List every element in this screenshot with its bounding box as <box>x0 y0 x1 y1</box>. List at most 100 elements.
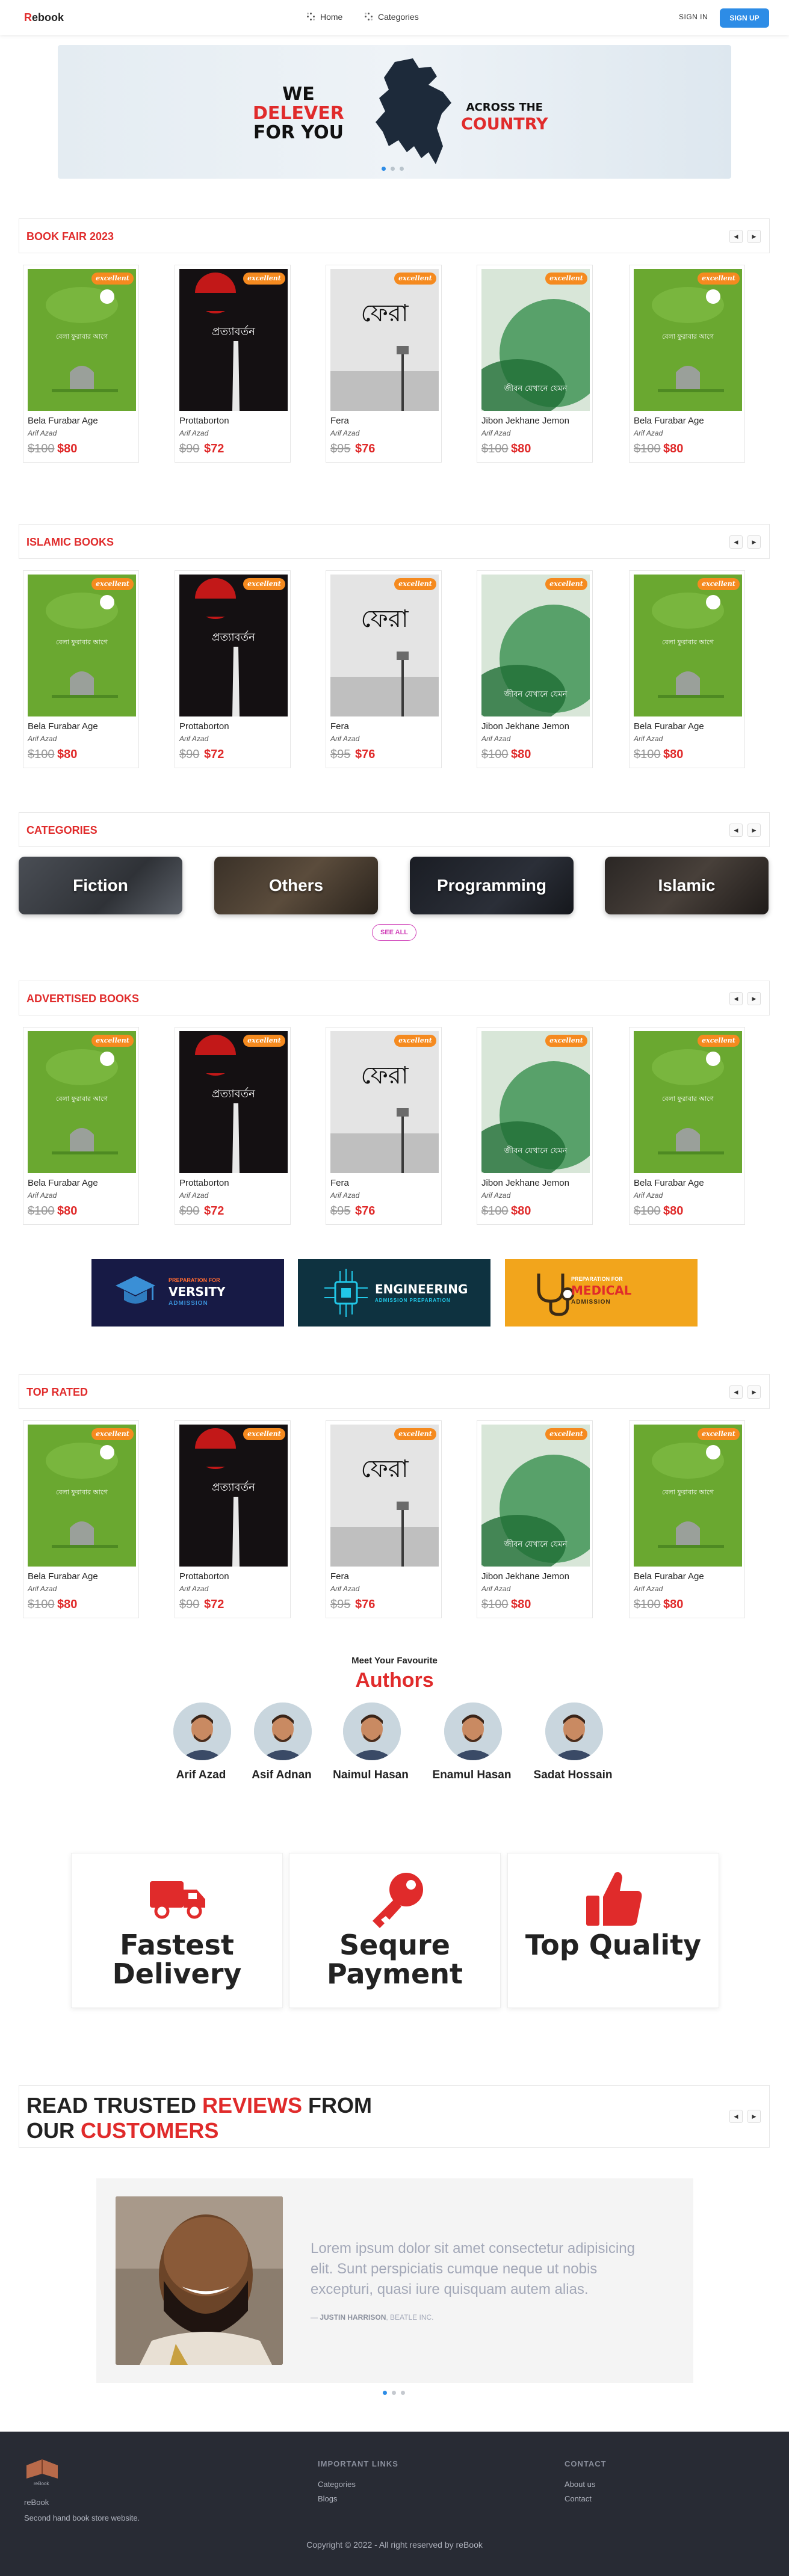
prev-arrow-icon[interactable]: ◀ <box>729 1385 743 1399</box>
book-title[interactable]: Jibon Jekhane Jemon <box>481 1178 569 1188</box>
prev-arrow-icon[interactable]: ◀ <box>729 535 743 549</box>
hero-banner[interactable]: WE DELEVER FOR YOU ACROSS THE COUNTRY <box>58 45 731 179</box>
author-avatar[interactable] <box>545 1702 603 1760</box>
author-name[interactable]: Asif Adnan <box>234 1769 330 1782</box>
book-cover[interactable]: জীবন যেখানে যেমন excellent <box>481 269 590 411</box>
next-arrow-icon[interactable]: ▶ <box>747 992 761 1005</box>
book-cover[interactable]: বেলা ফুরাবার আগে excellent <box>28 575 136 716</box>
nav-home-link[interactable]: Home <box>307 12 342 22</box>
next-arrow-icon[interactable]: ▶ <box>747 230 761 243</box>
carousel-dot[interactable] <box>392 2391 396 2395</box>
footer-link-categories[interactable]: Categories <box>318 2480 356 2489</box>
book-card[interactable]: বেলা ফুরাবার আগে excellent Bela Furabar Ag… <box>23 1027 139 1225</box>
footer-link-blogs[interactable]: Blogs <box>318 2494 338 2503</box>
carousel-dot[interactable] <box>382 167 386 171</box>
book-title[interactable]: Bela Furabar Age <box>28 721 98 732</box>
book-cover[interactable]: প্রত্যাবর্তন excellent <box>179 1031 288 1173</box>
book-card[interactable]: জীবন যেখানে যেমন excellent Jibon Jekhane J… <box>477 1420 593 1618</box>
book-card[interactable]: বেলা ফুরাবার আগে excellent Bela Furabar Ag… <box>629 1027 745 1225</box>
medical-admission-banner[interactable]: PREPARATION FOR MEDICAL ADMISSION <box>505 1259 698 1327</box>
book-cover[interactable]: বেলা ফুরাবার আগে excellent <box>634 1425 742 1567</box>
book-title[interactable]: Bela Furabar Age <box>634 1178 704 1188</box>
footer-link-about[interactable]: About us <box>565 2480 595 2489</box>
author-avatar[interactable] <box>254 1702 312 1760</box>
book-title[interactable]: Bela Furabar Age <box>28 416 98 426</box>
book-cover[interactable]: প্রত্যাবর্তন excellent <box>179 269 288 411</box>
next-arrow-icon[interactable]: ▶ <box>747 824 761 837</box>
book-cover[interactable]: ফেরা excellent <box>330 1031 439 1173</box>
book-cover[interactable]: ফেরা excellent <box>330 1425 439 1567</box>
book-title[interactable]: Prottaborton <box>179 416 229 426</box>
prev-arrow-icon[interactable]: ◀ <box>729 992 743 1005</box>
book-cover[interactable]: প্রত্যাবর্তন excellent <box>179 1425 288 1567</box>
book-title[interactable]: Bela Furabar Age <box>634 1571 704 1582</box>
book-cover[interactable]: বেলা ফুরাবার আগে excellent <box>28 1425 136 1567</box>
carousel-dot[interactable] <box>391 167 395 171</box>
book-title[interactable]: Bela Furabar Age <box>28 1571 98 1582</box>
book-card[interactable]: ফেরা excellent Fera Arif Azad $95 $76 <box>326 1027 442 1225</box>
book-cover[interactable]: বেলা ফুরাবার আগে excellent <box>634 1031 742 1173</box>
nav-categories-link[interactable]: Categories <box>365 12 419 22</box>
next-arrow-icon[interactable]: ▶ <box>747 535 761 549</box>
book-card[interactable]: বেলা ফুরাবার আগে excellent Bela Furabar Ag… <box>23 265 139 463</box>
book-cover[interactable]: বেলা ফুরাবার আগে excellent <box>634 575 742 716</box>
engineering-admission-banner[interactable]: ENGINEERING ADMISSION PREPARATION <box>298 1259 490 1327</box>
prev-arrow-icon[interactable]: ◀ <box>729 230 743 243</box>
book-card[interactable]: ফেরা excellent Fera Arif Azad $95 $76 <box>326 265 442 463</box>
book-card[interactable]: বেলা ফুরাবার আগে excellent Bela Furabar Ag… <box>629 1420 745 1618</box>
book-cover[interactable]: জীবন যেখানে যেমন excellent <box>481 1031 590 1173</box>
see-all-button[interactable]: SEE ALL <box>372 924 416 941</box>
next-arrow-icon[interactable]: ▶ <box>747 2110 761 2123</box>
book-title[interactable]: Bela Furabar Age <box>28 1178 98 1188</box>
book-card[interactable]: জীবন যেখানে যেমন excellent Jibon Jekhane J… <box>477 1027 593 1225</box>
book-card[interactable]: প্রত্যাবর্তন excellent Prottaborton Arif Az… <box>175 1420 291 1618</box>
sign-up-button[interactable]: SIGN UP <box>720 8 769 28</box>
book-cover[interactable]: বেলা ফুরাবার আগে excellent <box>28 1031 136 1173</box>
book-title[interactable]: Jibon Jekhane Jemon <box>481 721 569 732</box>
sign-in-button[interactable]: SIGN IN <box>679 13 708 21</box>
logo[interactable]: Rebook <box>24 11 64 24</box>
author-name[interactable]: Enamul Hasan <box>424 1769 520 1782</box>
book-cover[interactable]: বেলা ফুরাবার আগে excellent <box>634 269 742 411</box>
book-card[interactable]: জীবন যেখানে যেমন excellent Jibon Jekhane J… <box>477 570 593 768</box>
book-title[interactable]: Prottaborton <box>179 721 229 732</box>
book-title[interactable]: Prottaborton <box>179 1178 229 1188</box>
book-cover[interactable]: ফেরা excellent <box>330 575 439 716</box>
prev-arrow-icon[interactable]: ◀ <box>729 2110 743 2123</box>
versity-admission-banner[interactable]: PREPARATION FOR VERSITY ADMISSION <box>91 1259 284 1327</box>
book-cover[interactable]: জীবন যেখানে যেমন excellent <box>481 1425 590 1567</box>
book-title[interactable]: Fera <box>330 1178 349 1188</box>
book-cover[interactable]: প্রত্যাবর্তন excellent <box>179 575 288 716</box>
book-title[interactable]: Fera <box>330 1571 349 1582</box>
book-title[interactable]: Fera <box>330 721 349 732</box>
book-title[interactable]: Jibon Jekhane Jemon <box>481 416 569 426</box>
book-title[interactable]: Bela Furabar Age <box>634 416 704 426</box>
book-title[interactable]: Fera <box>330 416 349 426</box>
carousel-dot[interactable] <box>401 2391 405 2395</box>
author-name[interactable]: Sadat Hossain <box>525 1769 621 1782</box>
book-cover[interactable]: বেলা ফুরাবার আগে excellent <box>28 269 136 411</box>
book-card[interactable]: বেলা ফুরাবার আগে excellent Bela Furabar Ag… <box>23 570 139 768</box>
carousel-dot[interactable] <box>383 2391 387 2395</box>
book-card[interactable]: বেলা ফুরাবার আগে excellent Bela Furabar Ag… <box>629 570 745 768</box>
prev-arrow-icon[interactable]: ◀ <box>729 824 743 837</box>
book-card[interactable]: বেলা ফুরাবার আগে excellent Bela Furabar Ag… <box>629 265 745 463</box>
book-cover[interactable]: ফেরা excellent <box>330 269 439 411</box>
author-name[interactable]: Naimul Hasan <box>323 1769 419 1782</box>
category-card-programming[interactable]: Programming <box>410 857 574 914</box>
book-title[interactable]: Jibon Jekhane Jemon <box>481 1571 569 1582</box>
book-card[interactable]: প্রত্যাবর্তন excellent Prottaborton Arif Az… <box>175 570 291 768</box>
book-title[interactable]: Prottaborton <box>179 1571 229 1582</box>
book-card[interactable]: ফেরা excellent Fera Arif Azad $95 $76 <box>326 570 442 768</box>
category-card-fiction[interactable]: Fiction <box>19 857 182 914</box>
book-card[interactable]: ফেরা excellent Fera Arif Azad $95 $76 <box>326 1420 442 1618</box>
book-card[interactable]: প্রত্যাবর্তন excellent Prottaborton Arif Az… <box>175 1027 291 1225</box>
book-cover[interactable]: জীবন যেখানে যেমন excellent <box>481 575 590 716</box>
footer-link-contact[interactable]: Contact <box>565 2494 592 2503</box>
book-card[interactable]: বেলা ফুরাবার আগে excellent Bela Furabar Ag… <box>23 1420 139 1618</box>
author-avatar[interactable] <box>444 1702 502 1760</box>
category-card-others[interactable]: Others <box>214 857 378 914</box>
book-card[interactable]: জীবন যেখানে যেমন excellent Jibon Jekhane J… <box>477 265 593 463</box>
next-arrow-icon[interactable]: ▶ <box>747 1385 761 1399</box>
book-card[interactable]: প্রত্যাবর্তন excellent Prottaborton Arif Az… <box>175 265 291 463</box>
